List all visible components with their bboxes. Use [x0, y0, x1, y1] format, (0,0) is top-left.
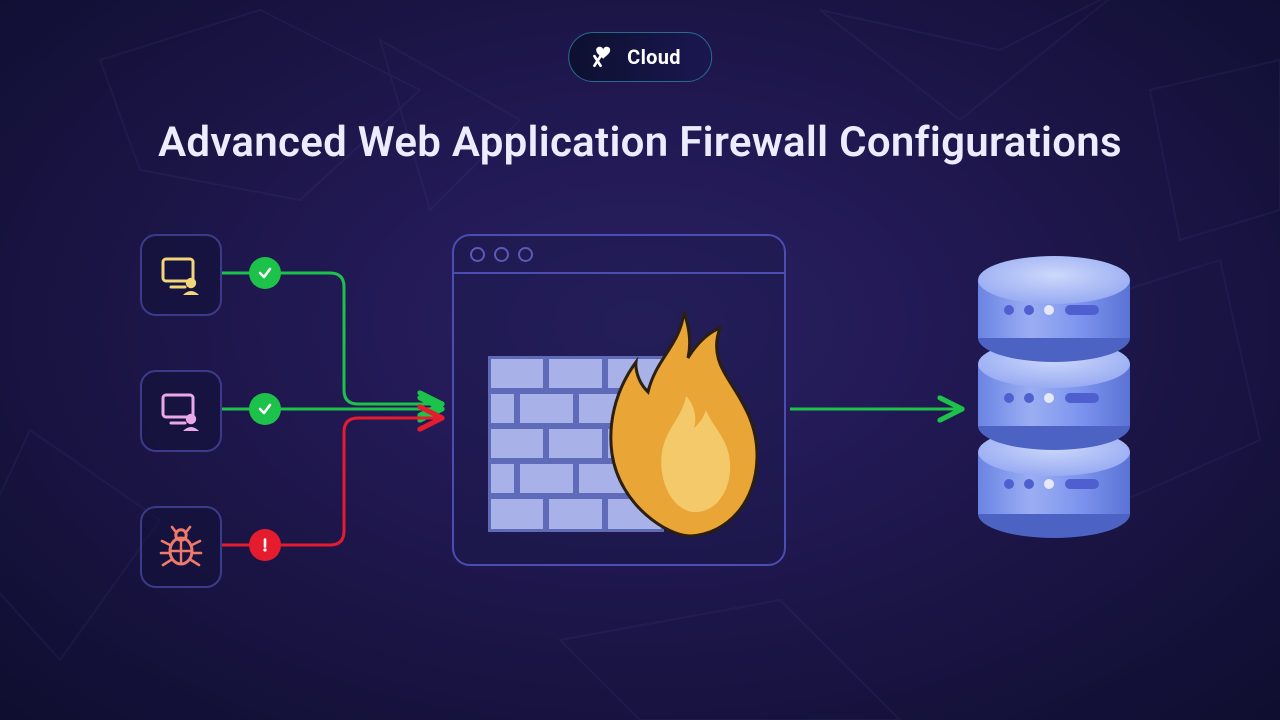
bug-icon: [157, 523, 205, 571]
waf-titlebar: [454, 236, 784, 274]
status-allowed-1: [249, 257, 281, 289]
client-threat: [140, 506, 222, 588]
client-user-1: [140, 234, 222, 316]
flow-blocked: [222, 418, 440, 545]
database-icon: [975, 256, 1133, 540]
waf-window: [452, 234, 786, 566]
flame-icon: [608, 310, 758, 538]
alert-icon: [256, 536, 274, 554]
window-dot-icon: [518, 247, 533, 262]
status-blocked: [249, 529, 281, 561]
window-dot-icon: [470, 247, 485, 262]
status-allowed-2: [249, 393, 281, 425]
computer-user-icon: [157, 387, 205, 435]
client-user-2: [140, 370, 222, 452]
check-icon: [256, 400, 274, 418]
computer-user-icon: [157, 251, 205, 299]
flow-allowed-1: [222, 273, 440, 404]
window-dot-icon: [494, 247, 509, 262]
check-icon: [256, 264, 274, 282]
